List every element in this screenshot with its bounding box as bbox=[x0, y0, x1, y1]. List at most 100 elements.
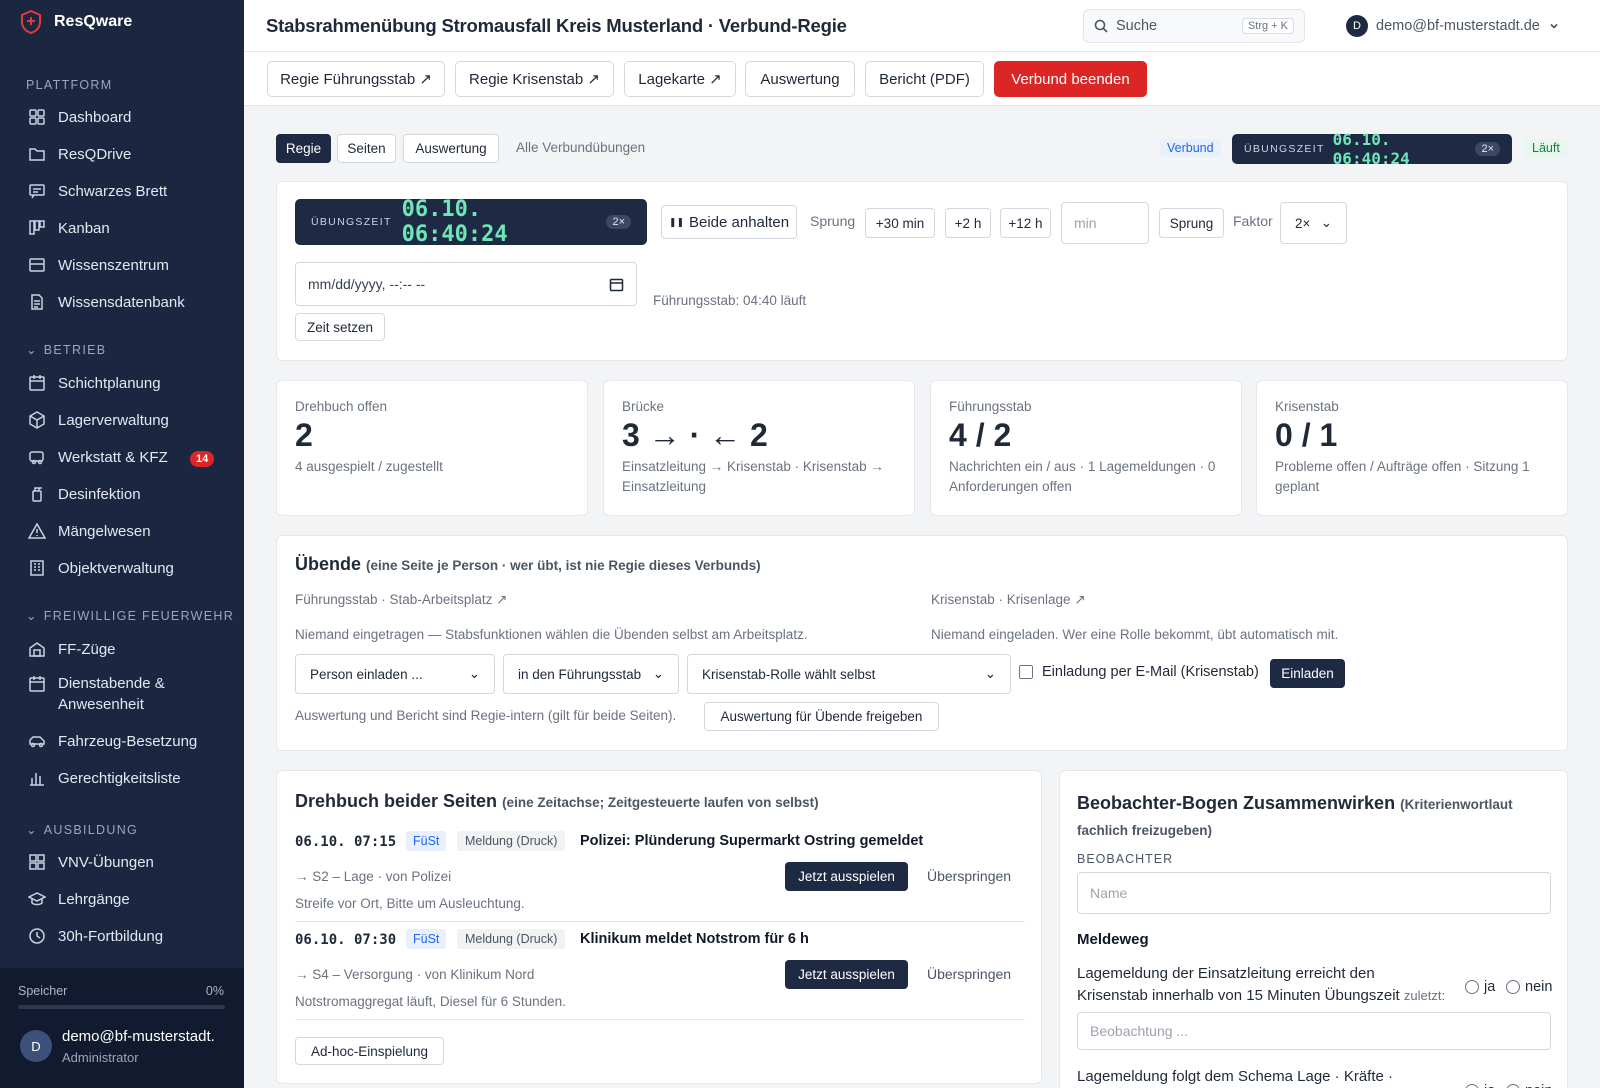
jump-minutes-input[interactable]: min bbox=[1061, 202, 1149, 244]
criterion-no-radio[interactable]: nein bbox=[1506, 1083, 1552, 1088]
sidebar-item-objektverwaltung[interactable]: Objektverwaltung bbox=[28, 559, 228, 577]
sidebar-item-resqdrive[interactable]: ResQDrive bbox=[28, 145, 228, 163]
clock-label: ÜBUNGSZEIT bbox=[1244, 143, 1325, 155]
radio[interactable] bbox=[1506, 1084, 1520, 1088]
document-icon bbox=[28, 293, 46, 311]
sidebar-item-ff-zuege[interactable]: FF-Züge bbox=[28, 640, 228, 658]
target-select[interactable]: in den Führungsstab ⌄ bbox=[503, 654, 679, 694]
account-menu[interactable]: D demo@bf-musterstadt.de bbox=[1346, 15, 1560, 37]
beide-anhalten-button[interactable]: ❚❚ Beide anhalten bbox=[661, 205, 797, 239]
zeit-setzen-button[interactable]: Zeit setzen bbox=[295, 313, 385, 341]
section-label: BETRIEB bbox=[43, 342, 107, 357]
stat-card-bruecke: Brücke 3 → · ← 2 Einsatzleitung → Krisen… bbox=[603, 380, 915, 516]
alle-verbunduebungen-link[interactable]: Alle Verbundübungen bbox=[516, 140, 645, 155]
sidebar-item-lehrgaenge[interactable]: Lehrgänge bbox=[28, 890, 228, 908]
sprung-button[interactable]: Sprung bbox=[1159, 208, 1224, 238]
radio[interactable] bbox=[1465, 980, 1479, 994]
jetzt-ausspielen-button[interactable]: Jetzt ausspielen bbox=[785, 960, 908, 989]
radio[interactable] bbox=[1506, 980, 1520, 994]
section-freiwillige-feuerwehr[interactable]: ⌄ FREIWILLIGE FEUERWEHR bbox=[26, 608, 234, 624]
exercise-clock-compact: ÜBUNGSZEIT 06.10. 06:40:24 2× bbox=[1232, 130, 1512, 168]
exercise-clock: ÜBUNGSZEIT 06.10. 06:40:24 2× bbox=[295, 197, 647, 247]
sidebar-item-label: Werkstatt & KFZ bbox=[58, 448, 168, 466]
section-title-text: Übende bbox=[295, 554, 362, 574]
section-title: Drehbuch beider Seiten (eine Zeitachse; … bbox=[295, 791, 819, 812]
einladen-button[interactable]: Einladen bbox=[1270, 659, 1345, 688]
storage-bar bbox=[18, 1005, 225, 1009]
sidebar-item-maengelwesen[interactable]: Mängelwesen bbox=[28, 522, 228, 540]
krisenstab-link[interactable]: Krisenstab · Krisenlage ↗ bbox=[931, 592, 1086, 608]
grid-icon bbox=[28, 853, 46, 871]
observation-input[interactable]: Beobachtung ... bbox=[1077, 1012, 1551, 1050]
sidebar-item-wissensdatenbank[interactable]: Wissensdatenbank bbox=[28, 293, 228, 311]
jump-12h-button[interactable]: +12 h bbox=[1000, 208, 1051, 238]
account-email: demo@bf-musterstadt.de bbox=[1376, 18, 1540, 34]
role-select[interactable]: Krisenstab-Rolle wählt selbst ⌄ bbox=[687, 654, 1011, 694]
dashboard-icon bbox=[28, 108, 46, 126]
verbund-beenden-button[interactable]: Verbund beenden bbox=[994, 61, 1147, 97]
sidebar-item-vnv-uebungen[interactable]: VNV-Übungen bbox=[28, 853, 228, 871]
sidebar-item-schichtplanung[interactable]: Schichtplanung bbox=[28, 374, 228, 392]
auswertung-freigeben-button[interactable]: Auswertung für Übende freigeben bbox=[704, 702, 939, 731]
section-ausbildung[interactable]: ⌄ AUSBILDUNG bbox=[26, 822, 138, 838]
sidebar-item-kanban[interactable]: Kanban bbox=[28, 219, 228, 237]
adhoc-einspielung-button[interactable]: Ad-hoc-Einspielung bbox=[295, 1037, 444, 1065]
box-icon bbox=[28, 411, 46, 429]
stat-sub: 4 ausgespielt / zugestellt bbox=[295, 459, 443, 474]
lagekarte-button[interactable]: Lagekarte ↗ bbox=[624, 61, 736, 97]
spray-icon bbox=[28, 485, 46, 503]
regie-krisenstab-button[interactable]: Regie Krisenstab ↗ bbox=[455, 61, 614, 97]
jump-2h-button[interactable]: +2 h bbox=[945, 208, 991, 238]
criterion-yes-radio[interactable]: ja bbox=[1465, 979, 1495, 995]
sidebar-item-gerechtigkeitsliste[interactable]: Gerechtigkeitsliste bbox=[28, 769, 228, 787]
brand[interactable]: ResQware bbox=[20, 10, 132, 34]
sidebar-item-dienstabende[interactable]: Dienstabende & Anwesenheit bbox=[28, 673, 228, 715]
car-icon bbox=[28, 448, 46, 466]
sidebar-nav[interactable]: PLATTFORM Dashboard ResQDrive Schwarzes … bbox=[0, 40, 244, 968]
tab-auswertung[interactable]: Auswertung bbox=[403, 134, 499, 163]
sidebar-item-label: ResQDrive bbox=[58, 145, 132, 163]
search-input[interactable]: Suche Strg + K bbox=[1083, 9, 1305, 43]
criterion-no-radio[interactable]: nein bbox=[1506, 979, 1552, 995]
avatar[interactable]: D bbox=[20, 1030, 52, 1062]
auswertung-button[interactable]: Auswertung bbox=[745, 61, 855, 97]
fuehrungsstab-link[interactable]: Führungsstab · Stab-Arbeitsplatz ↗ bbox=[295, 592, 507, 608]
regie-note: Auswertung und Bericht sind Regie-intern… bbox=[295, 708, 677, 723]
email-invite-checkbox[interactable]: Einladung per E-Mail (Krisenstab) bbox=[1019, 664, 1259, 680]
tab-regie[interactable]: Regie bbox=[276, 134, 331, 163]
sidebar-item-desinfektion[interactable]: Desinfektion bbox=[28, 485, 228, 503]
graduation-cap-icon bbox=[28, 890, 46, 908]
topbar: Stabsrahmenübung Stromausfall Kreis Must… bbox=[244, 0, 1600, 52]
user-name[interactable]: demo@bf-musterstadt. bbox=[62, 1028, 215, 1045]
section-subtitle: (eine Zeitachse; Zeitgesteuerte laufen v… bbox=[502, 795, 819, 810]
sidebar-item-schwarzes-brett[interactable]: Schwarzes Brett bbox=[28, 182, 228, 200]
stat-label: Drehbuch offen bbox=[295, 399, 388, 414]
radio[interactable] bbox=[1465, 1084, 1479, 1088]
faktor-select[interactable]: 2× ⌄ bbox=[1280, 202, 1347, 244]
section-betrieb[interactable]: ⌄ BETRIEB bbox=[26, 342, 107, 358]
sidebar-item-werkstatt[interactable]: Werkstatt & KFZ bbox=[28, 448, 228, 466]
stat-sub: Nachrichten ein / aus · 1 Lagemeldungen … bbox=[949, 459, 1216, 494]
checkbox[interactable] bbox=[1019, 665, 1033, 679]
stat-card-fuehrungsstab: Führungsstab 4 / 2 Nachrichten ein / aus… bbox=[930, 380, 1242, 516]
datetime-input[interactable]: mm/dd/yyyy, --:-- -- bbox=[295, 262, 637, 306]
sidebar-item-wissenszentrum[interactable]: Wissenszentrum bbox=[28, 256, 228, 274]
ueberspringen-button[interactable]: Überspringen bbox=[927, 868, 1011, 884]
sidebar-item-lagerverwaltung[interactable]: Lagerverwaltung bbox=[28, 411, 228, 429]
person-select[interactable]: Person einladen ... ⌄ bbox=[295, 654, 495, 694]
tab-seiten[interactable]: Seiten bbox=[337, 134, 396, 163]
stat-value: 3 → · ← 2 bbox=[622, 417, 768, 453]
sidebar-item-fahrzeug-besetzung[interactable]: Fahrzeug-Besetzung bbox=[28, 732, 228, 750]
stat-card-drehbuch: Drehbuch offen 2 4 ausgespielt / zugeste… bbox=[276, 380, 588, 516]
observer-name-input[interactable]: Name bbox=[1077, 872, 1551, 914]
ueberspringen-button[interactable]: Überspringen bbox=[927, 966, 1011, 982]
criterion-yes-radio[interactable]: ja bbox=[1465, 1083, 1495, 1088]
jump-30min-button[interactable]: +30 min bbox=[865, 208, 935, 238]
action-bar: Regie Führungsstab ↗ Regie Krisenstab ↗ … bbox=[244, 52, 1600, 106]
sidebar-item-30h-fortbildung[interactable]: 30h-Fortbildung bbox=[28, 927, 228, 945]
bericht-pdf-button[interactable]: Bericht (PDF) bbox=[865, 61, 984, 97]
regie-fuehrungsstab-button[interactable]: Regie Führungsstab ↗ bbox=[267, 61, 445, 97]
jetzt-ausspielen-button[interactable]: Jetzt ausspielen bbox=[785, 862, 908, 891]
section-title: Beobachter-Bogen Zusammenwirken (Kriteri… bbox=[1077, 791, 1555, 843]
sidebar-item-dashboard[interactable]: Dashboard bbox=[28, 108, 228, 126]
